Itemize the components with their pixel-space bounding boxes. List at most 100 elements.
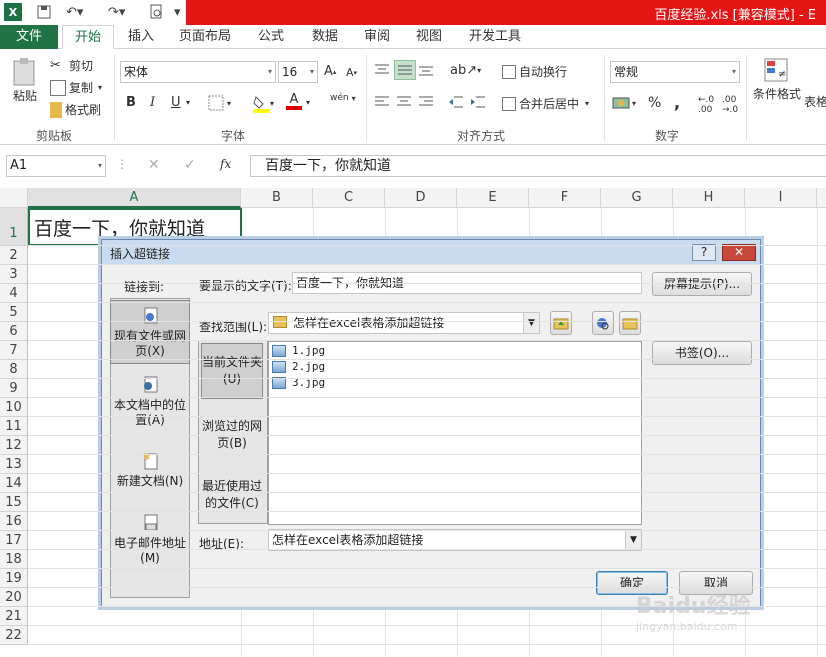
insert-function-icon[interactable]: fx [220,157,231,171]
row-header[interactable]: 4 [0,284,28,303]
link-place-in-document-option[interactable]: 本文档中的位置(A) [110,376,190,430]
accounting-format-button[interactable]: ▾ [612,95,636,111]
tab-data[interactable]: 数据 [302,25,348,49]
row-header[interactable]: 5 [0,303,28,322]
format-as-table-button[interactable]: 表格 [804,93,826,110]
row-header[interactable]: 14 [0,474,28,493]
row-header[interactable]: 10 [0,398,28,417]
column-header[interactable]: F [529,188,601,208]
increase-decimal-button[interactable]: ←.0.00 [698,95,714,115]
paste-button[interactable]: 粘贴 [10,57,40,104]
percent-button[interactable]: % [648,95,661,111]
column-header[interactable]: E [457,188,529,208]
row-header[interactable]: 19 [0,569,28,588]
redo-icon[interactable]: ↷▾ [108,3,125,21]
close-button[interactable]: ✕ [722,244,756,261]
fill-color-button[interactable]: ▾ [252,93,274,113]
font-name-select[interactable]: 宋体 ▾ [120,61,276,83]
tab-page-layout[interactable]: 页面布局 [172,25,238,49]
formula-input[interactable]: 百度一下，你就知道 [250,155,826,177]
phonetic-button[interactable]: wén ▾ [330,93,356,103]
increase-indent-button[interactable] [470,95,486,109]
enter-formula-icon[interactable]: ✓ [184,157,196,173]
tab-formulas[interactable]: 公式 [248,25,294,49]
select-all-corner[interactable] [0,188,28,208]
tab-file[interactable]: 文件 [0,25,58,49]
row-header[interactable]: 21 [0,607,28,626]
tab-review[interactable]: 审阅 [354,25,400,49]
row-header[interactable]: 11 [0,417,28,436]
row-header[interactable]: 18 [0,550,28,569]
row-header[interactable]: 9 [0,379,28,398]
column-header[interactable]: I [745,188,817,208]
align-top-button[interactable] [374,63,390,77]
decrease-indent-button[interactable] [448,95,464,109]
browse-file-button[interactable] [619,311,641,335]
grow-font-button[interactable]: A ▴ [324,64,336,79]
row-header[interactable]: 12 [0,436,28,455]
link-new-document-option[interactable]: ✱ 新建文档(N) [110,452,190,492]
tab-developer[interactable]: 开发工具 [462,25,528,49]
align-bottom-button[interactable] [418,63,434,77]
column-header[interactable]: B [241,188,313,208]
nav-current-folder[interactable]: 当前文件夹(U) [201,343,263,399]
save-icon[interactable] [36,3,52,21]
orientation-button[interactable]: ab↗ ▾ [450,63,481,78]
address-input[interactable]: 怎样在excel表格添加超链接 ▼ [268,529,642,551]
link-existing-file-option[interactable]: 现有文件或网页(X) [110,300,190,364]
cut-button[interactable]: ✂ 剪切 [50,57,93,74]
font-size-select[interactable]: 16 ▾ [278,61,318,83]
row-header[interactable]: 16 [0,512,28,531]
underline-dropdown-icon[interactable]: ▾ [186,98,190,107]
row-header[interactable]: 13 [0,455,28,474]
decrease-decimal-button[interactable]: .00 →.0 [722,95,738,115]
column-header[interactable]: D [385,188,457,208]
conditional-format-button[interactable]: ≠ 条件格式 [752,57,802,102]
cancel-formula-icon[interactable]: ✕ [148,157,160,173]
column-header[interactable]: A [28,188,241,208]
list-item[interactable]: 2.jpg [272,360,325,373]
bookmark-button[interactable]: 书签(O)... [652,341,752,365]
font-color-button[interactable]: A [286,93,302,110]
underline-button[interactable]: U [171,95,181,110]
bold-button[interactable]: B [126,95,136,110]
align-left-button[interactable] [374,95,390,109]
align-right-button[interactable] [418,95,434,109]
align-center-button[interactable] [396,95,412,109]
copy-button[interactable]: 复制 ▾ [50,79,102,96]
help-button[interactable]: ? [692,244,716,261]
row-header[interactable]: 22 [0,626,28,645]
row-header[interactable]: 3 [0,265,28,284]
comma-button[interactable]: , [674,93,680,112]
borders-button[interactable]: ▾ [208,95,231,111]
format-painter-button[interactable]: 格式刷 [50,101,101,118]
row-header[interactable]: 20 [0,588,28,607]
tab-insert[interactable]: 插入 [118,25,164,49]
browse-web-button[interactable] [592,311,614,335]
column-header[interactable]: G [601,188,673,208]
column-header[interactable]: H [673,188,745,208]
row-header[interactable]: 8 [0,360,28,379]
screen-tip-button[interactable]: 屏幕提示(P)... [652,272,752,296]
customize-qat-icon[interactable]: ▾ [174,3,181,21]
list-item[interactable]: 1.jpg [272,344,325,357]
nav-recent-files[interactable]: 最近使用过的文件(C) [201,478,263,512]
column-header[interactable]: C [313,188,385,208]
row-header[interactable]: 7 [0,341,28,360]
print-preview-icon[interactable] [148,3,164,21]
tab-view[interactable]: 视图 [406,25,452,49]
align-middle-button[interactable] [394,60,416,80]
number-format-select[interactable]: 常规 ▾ [610,61,740,83]
address-dropdown-icon[interactable]: ▼ [625,530,641,550]
look-in-dropdown-icon[interactable]: ▼ [523,313,539,333]
row-header[interactable]: 1 [0,208,28,246]
row-header[interactable]: 2 [0,246,28,265]
up-one-folder-button[interactable] [550,311,572,335]
look-in-select[interactable]: 怎样在excel表格添加超链接 ▼ [268,312,540,334]
link-email-option[interactable]: 电子邮件地址(M) [110,514,190,565]
shrink-font-button[interactable]: A ▾ [346,66,357,79]
wrap-text-button[interactable]: 自动换行 [502,63,567,80]
row-header[interactable]: 6 [0,322,28,341]
row-header[interactable]: 17 [0,531,28,550]
undo-icon[interactable]: ↶▾ [66,3,83,21]
